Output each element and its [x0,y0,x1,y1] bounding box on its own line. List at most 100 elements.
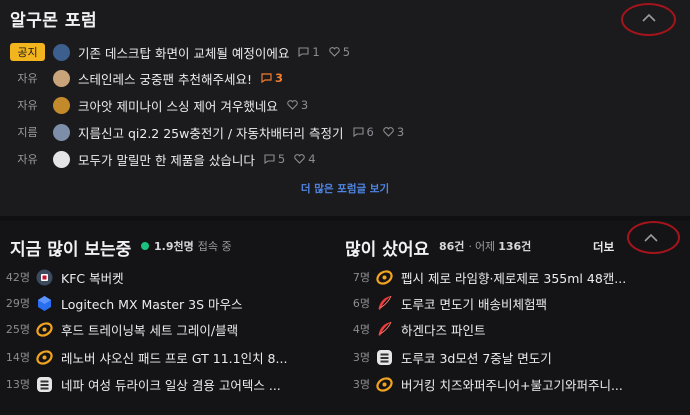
comment-icon [298,47,309,57]
comment-count: 5 [277,152,286,166]
chevron-up-icon [642,14,656,22]
item-count: 3명 [352,351,370,364]
item-count: 29명 [5,297,30,310]
bought-item[interactable]: 4명 하겐다즈 파인트 [340,318,485,340]
avatar [53,69,70,87]
shop-logo-icon [376,269,393,286]
post-tag-notice: 공지 [10,43,45,61]
popular-item[interactable]: 29명 Logitech MX Master 3S 마우스 [0,292,243,314]
avatar [53,150,70,168]
online-status: 1.9천명 접속 중 [141,238,232,254]
more-forum-posts-link[interactable]: 더 많은 포럼글 보기 [0,181,690,196]
viewer-suffix: 접속 중 [197,240,232,253]
shop-logo-icon [36,349,53,366]
online-dot-icon [141,242,149,250]
logitech-logo-icon [36,295,53,312]
post-tag: 자유 [17,72,38,85]
item-count: 6명 [352,297,370,310]
post-tag: 자유 [17,99,38,112]
post-title: 지름신고 qi2.2 25w충전기 / 자동차배터리 측정기 [78,125,344,141]
heart-icon [383,127,394,137]
popular-item[interactable]: 14명 레노버 샤오신 패드 프로 GT 11.1인치 8... [0,346,287,368]
avatar [53,43,70,61]
section-divider [0,216,690,221]
comment-count: 1 [312,45,320,59]
forum-post[interactable]: 자유 스테인레스 궁중팬 추천해주세요! 3 [10,67,292,89]
item-name: 도루코 면도기 배송비체험팩 [401,296,547,312]
post-title: 기존 데스크탑 화면이 교체될 예정이에요 [78,45,290,61]
item-name: 버거킹 치즈와퍼주니어+불고기와퍼주니... [401,377,623,393]
item-count: 4명 [352,323,370,336]
item-count: 7명 [352,271,370,284]
forum-post[interactable]: 자유 크아앗 제미나이 스싱 제어 겨우했네요 3 [10,94,317,116]
item-name: 펩시 제로 라임향·제로제로 355ml 48캔... [401,270,627,286]
item-name: 후드 트레이닝복 세트 그레이/블랙 [61,322,239,338]
item-name: KFC 복버켓 [61,270,124,286]
feather-logo-icon [376,321,393,338]
item-name: 하겐다즈 파인트 [401,322,486,338]
comment-icon [352,127,364,137]
popular-item[interactable]: 42명 KFC 복버켓 [0,266,124,288]
comment-icon [261,73,272,83]
item-name: 레노버 샤오신 패드 프로 GT 11.1인치 8... [61,350,288,366]
comment-count: 6 [366,125,374,139]
avatar [53,96,70,114]
market-logo-icon [36,376,53,393]
post-meta: 6 3 [352,125,414,139]
avatar [53,123,70,141]
item-name: 네파 여성 듀라이크 일상 겸용 고어텍스 ... [61,377,281,393]
bought-item[interactable]: 7명 펩시 제로 라임향·제로제로 355ml 48캔... [340,266,626,288]
chevron-up-icon [644,234,658,242]
post-tag: 지름 [17,126,38,139]
forum-title: 알구몬 포럼 [10,11,98,31]
post-tag: 자유 [17,153,38,166]
bought-summary: 86건 · 어제 136건 [439,238,535,254]
item-count: 13명 [5,378,30,391]
more-button[interactable]: 더보 [593,239,614,255]
item-count: 14명 [5,351,30,364]
item-count: 25명 [5,323,30,336]
viewer-count: 1.9천명 [154,240,194,253]
post-meta: 3 [287,98,317,112]
forum-post[interactable]: 공지 기존 데스크탑 화면이 교체될 예정이에요 1 5 [10,41,359,63]
forum-post[interactable]: 지름 지름신고 qi2.2 25w충전기 / 자동차배터리 측정기 6 3 [10,121,413,143]
item-name: Logitech MX Master 3S 마우스 [61,296,243,312]
bought-item[interactable]: 6명 도루코 면도기 배송비체험팩 [340,292,547,314]
item-count: 42명 [5,271,30,284]
post-title: 크아앗 제미나이 스싱 제어 겨우했네요 [78,98,278,114]
market-logo-icon [376,349,393,366]
post-meta: 3 [261,71,292,85]
like-count: 4 [308,152,316,166]
item-count: 3명 [352,378,370,391]
forum-collapse-button[interactable] [631,4,667,32]
bought-count: 86건 [439,240,465,253]
kfc-logo-icon [36,269,53,286]
comment-count: 3 [274,71,283,85]
shop-logo-icon [36,321,53,338]
separator: · [468,239,472,253]
popular-item[interactable]: 25명 후드 트레이닝복 세트 그레이/블랙 [0,318,238,340]
popular-collapse-button[interactable] [633,224,669,252]
forum-panel: 알구몬 포럼 공지 기존 데스크탑 화면이 교체될 예정이에요 1 5 자유 스… [0,0,690,216]
yesterday-label: 어제 [474,240,496,253]
post-meta: 5 4 [264,152,325,166]
heart-icon [294,154,305,164]
feather-logo-icon [376,295,393,312]
heart-icon [328,47,340,57]
post-title: 모두가 말릴만 한 제품을 샀습니다 [78,152,255,168]
bought-item[interactable]: 3명 도루코 3d모션 7중날 면도기 [340,346,552,368]
like-count: 5 [342,45,351,59]
heart-icon [287,100,298,110]
shop-logo-icon [376,376,393,393]
popular-item[interactable]: 13명 네파 여성 듀라이크 일상 겸용 고어텍스 ... [0,373,281,395]
like-count: 3 [300,98,309,112]
item-name: 도루코 3d모션 7중날 면도기 [401,350,552,366]
post-meta: 1 5 [298,45,359,59]
bought-title: 많이 샀어요 [345,240,430,260]
yesterday-count: 136건 [498,240,532,253]
like-count: 3 [396,125,405,139]
comment-icon [264,154,275,164]
forum-post[interactable]: 자유 모두가 말릴만 한 제품을 샀습니다 5 4 [10,148,325,170]
bought-item[interactable]: 3명 버거킹 치즈와퍼주니어+불고기와퍼주니... [340,373,623,395]
post-title: 스테인레스 궁중팬 추천해주세요! [78,71,252,87]
